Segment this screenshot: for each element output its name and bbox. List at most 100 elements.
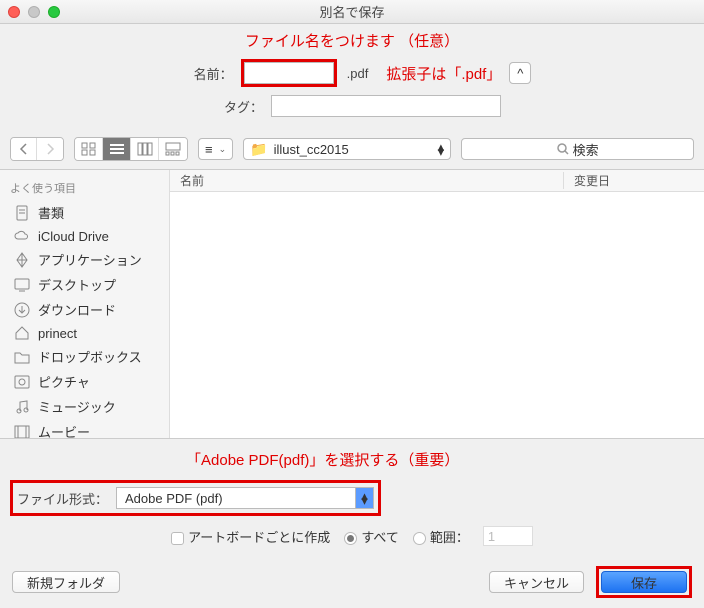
- column-name[interactable]: 名前: [170, 172, 564, 189]
- list-body[interactable]: [170, 192, 704, 438]
- folder-icon: 📁: [250, 141, 267, 158]
- file-browser: よく使う項目 書類 iCloud Drive アプリケーション デスクトップ ダ…: [0, 169, 704, 439]
- pictures-icon: [14, 374, 30, 390]
- sidebar-item-label: アプリケーション: [38, 250, 142, 269]
- download-icon: [14, 302, 30, 318]
- updown-icon: ▴▾: [355, 488, 373, 508]
- format-select[interactable]: Adobe PDF (pdf) ▴▾: [116, 487, 374, 509]
- view-columns-button[interactable]: [131, 138, 159, 160]
- annotation-format: 「Adobe PDF(pdf)」を選択する（重要）: [186, 449, 704, 470]
- sidebar-item-dropbox[interactable]: ドロップボックス: [0, 344, 169, 369]
- tag-input[interactable]: [271, 95, 501, 117]
- back-button[interactable]: [11, 138, 37, 160]
- format-label: ファイル形式：: [17, 489, 108, 508]
- opt-range-label: 範囲：: [430, 530, 469, 545]
- view-icons-button[interactable]: [75, 138, 103, 160]
- radio-icon: [413, 532, 426, 545]
- expand-button[interactable]: ^: [509, 62, 531, 84]
- btn-label: 保存: [631, 573, 657, 592]
- save-dialog: 別名で保存 ファイル名をつけます （任意） 名前： .pdf 拡張子は「.pdf…: [0, 0, 704, 569]
- new-folder-button[interactable]: 新規フォルダ: [12, 571, 120, 593]
- sidebar-item-label: ピクチャ: [38, 372, 90, 391]
- filename-highlight: [241, 59, 337, 87]
- search-placeholder: 検索: [573, 140, 599, 159]
- checkbox-icon: [171, 532, 184, 545]
- sidebar-item-pictures[interactable]: ピクチャ: [0, 369, 169, 394]
- sidebar-item-home[interactable]: prinect: [0, 322, 169, 344]
- annotation-extension: 拡張子は「.pdf」: [386, 63, 501, 84]
- sidebar-item-music[interactable]: ミュージック: [0, 394, 169, 419]
- format-highlight: ファイル形式： Adobe PDF (pdf) ▴▾: [10, 480, 381, 516]
- doc-icon: [14, 205, 30, 221]
- btn-label: キャンセル: [504, 573, 569, 592]
- tag-label: タグ：: [203, 97, 263, 116]
- home-icon: [14, 325, 30, 341]
- view-gallery-button[interactable]: [159, 138, 187, 160]
- close-icon[interactable]: [8, 6, 20, 18]
- list-header: 名前 変更日: [170, 170, 704, 192]
- opt-range-radio: 範囲：: [413, 527, 469, 546]
- search-field[interactable]: 検索: [461, 138, 694, 160]
- zoom-icon[interactable]: [48, 6, 60, 18]
- save-highlight: 保存: [596, 566, 692, 598]
- chevron-up-icon: ^: [517, 66, 523, 81]
- updown-icon: ▴▾: [438, 144, 445, 154]
- sidebar-heading: よく使う項目: [0, 176, 169, 200]
- window-controls: [8, 6, 60, 18]
- filename-input[interactable]: [244, 62, 334, 84]
- sidebar-item-label: ミュージック: [38, 397, 116, 416]
- chevron-left-icon: [19, 144, 29, 154]
- sidebar-item-icloud[interactable]: iCloud Drive: [0, 225, 169, 247]
- chevron-down-icon: ⌄: [219, 144, 227, 155]
- sidebar-item-label: ムービー: [38, 422, 90, 438]
- opt-all-label: すべて: [361, 530, 399, 545]
- gallery-icon: [166, 143, 180, 155]
- sidebar-item-downloads[interactable]: ダウンロード: [0, 297, 169, 322]
- music-icon: [14, 399, 30, 415]
- sidebar-item-desktop[interactable]: デスクトップ: [0, 272, 169, 297]
- save-button[interactable]: 保存: [601, 571, 687, 593]
- cancel-button[interactable]: キャンセル: [489, 571, 584, 593]
- folder-icon: [14, 349, 30, 365]
- annotation-filename: ファイル名をつけます （任意）: [0, 30, 704, 51]
- titlebar: 別名で保存: [0, 0, 704, 24]
- grid-icon: [82, 143, 96, 155]
- format-value: Adobe PDF (pdf): [125, 491, 223, 506]
- sort-dropdown[interactable]: ≡ ⌄: [198, 138, 233, 160]
- filename-label: 名前：: [173, 64, 233, 83]
- sidebar-item-label: ダウンロード: [38, 300, 116, 319]
- path-label: illust_cc2015: [274, 142, 432, 157]
- nav-buttons: [10, 137, 64, 161]
- sidebar-item-label: prinect: [38, 326, 77, 341]
- forward-button[interactable]: [37, 138, 63, 160]
- sort-icon: ≡: [205, 142, 211, 157]
- file-list: 名前 変更日: [170, 170, 704, 438]
- filename-row: 名前： .pdf 拡張子は「.pdf」 ^: [0, 59, 704, 87]
- view-list-button[interactable]: [103, 138, 131, 160]
- radio-icon: [344, 532, 357, 545]
- window-title: 別名で保存: [0, 2, 704, 21]
- sidebar: よく使う項目 書類 iCloud Drive アプリケーション デスクトップ ダ…: [0, 170, 170, 438]
- sidebar-item-label: 書類: [38, 203, 64, 222]
- column-date[interactable]: 変更日: [564, 172, 704, 189]
- sidebar-item-apps[interactable]: アプリケーション: [0, 247, 169, 272]
- minimize-icon: [28, 6, 40, 18]
- artboard-checkbox: アートボードごとに作成: [171, 527, 330, 546]
- list-icon: [110, 143, 124, 155]
- cloud-icon: [14, 228, 30, 244]
- path-dropdown[interactable]: 📁 illust_cc2015 ▴▾: [243, 138, 451, 160]
- sidebar-item-movies[interactable]: ムービー: [0, 419, 169, 438]
- apps-icon: [14, 252, 30, 268]
- filename-extension: .pdf: [347, 66, 369, 81]
- sidebar-item-label: デスクトップ: [38, 275, 116, 294]
- artboard-options: アートボードごとに作成 すべて 範囲：: [10, 526, 694, 546]
- button-row: 新規フォルダ キャンセル 保存: [10, 566, 694, 608]
- toolbar: ≡ ⌄ 📁 illust_cc2015 ▴▾ 検索: [0, 135, 704, 163]
- range-input: [483, 526, 533, 546]
- desktop-icon: [14, 277, 30, 293]
- tag-row: タグ：: [0, 95, 704, 117]
- sidebar-item-label: iCloud Drive: [38, 229, 109, 244]
- sidebar-item-documents[interactable]: 書類: [0, 200, 169, 225]
- sidebar-item-label: ドロップボックス: [38, 347, 142, 366]
- footer: ファイル形式： Adobe PDF (pdf) ▴▾ アートボードごとに作成 す…: [0, 472, 704, 608]
